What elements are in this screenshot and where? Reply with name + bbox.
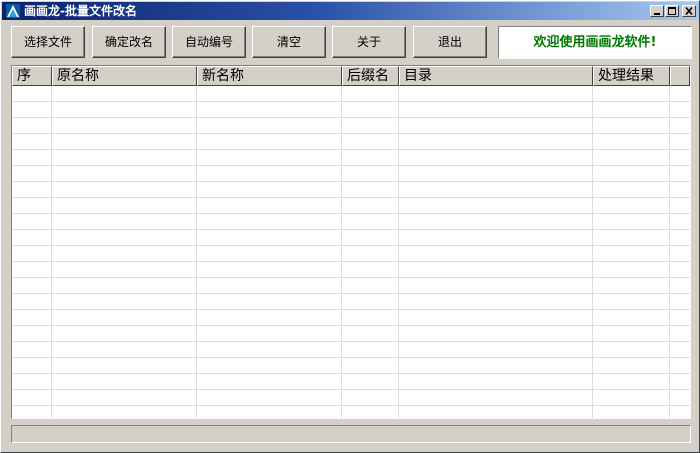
table-row[interactable] bbox=[12, 390, 690, 406]
table-row[interactable] bbox=[12, 326, 690, 342]
table-row[interactable] bbox=[12, 86, 690, 102]
table-row[interactable] bbox=[12, 342, 690, 358]
select-files-button[interactable]: 选择文件 bbox=[11, 26, 85, 58]
window-title: 画画龙-批量文件改名 bbox=[24, 4, 137, 18]
minimize-button[interactable] bbox=[650, 5, 664, 17]
maximize-icon bbox=[668, 7, 676, 15]
table-row[interactable] bbox=[12, 198, 690, 214]
minimize-icon bbox=[654, 13, 660, 15]
table-body[interactable] bbox=[12, 86, 690, 418]
auto-number-button[interactable]: 自动编号 bbox=[172, 26, 246, 58]
close-icon bbox=[685, 6, 693, 16]
column-header-directory[interactable]: 目录 bbox=[399, 66, 593, 86]
column-header-new-name[interactable]: 新名称 bbox=[197, 66, 342, 86]
column-header-original-name[interactable]: 原名称 bbox=[52, 66, 197, 86]
table-header: 序 原名称 新名称 后缀名 目录 处理结果 bbox=[12, 66, 690, 86]
maximize-button[interactable] bbox=[665, 5, 679, 17]
confirm-rename-button[interactable]: 确定改名 bbox=[92, 26, 166, 58]
table-row[interactable] bbox=[12, 358, 690, 374]
welcome-banner: 欢迎使用画画龙软件! bbox=[498, 26, 692, 59]
table-row[interactable] bbox=[12, 294, 690, 310]
file-list-table[interactable]: 序 原名称 新名称 后缀名 目录 处理结果 bbox=[11, 65, 691, 419]
app-logo-icon[interactable] bbox=[5, 3, 21, 19]
table-row[interactable] bbox=[12, 374, 690, 390]
exit-button[interactable]: 退出 bbox=[413, 26, 487, 58]
table-row[interactable] bbox=[12, 262, 690, 278]
column-header-result[interactable]: 处理结果 bbox=[593, 66, 670, 86]
status-bar bbox=[11, 425, 691, 443]
table-row[interactable] bbox=[12, 246, 690, 262]
column-header-extension[interactable]: 后缀名 bbox=[342, 66, 399, 86]
table-row[interactable] bbox=[12, 118, 690, 134]
table-row[interactable] bbox=[12, 134, 690, 150]
table-row[interactable] bbox=[12, 182, 690, 198]
column-header-filler bbox=[670, 66, 690, 86]
table-row[interactable] bbox=[12, 150, 690, 166]
main-window: 画画龙-批量文件改名 选择文件 确定改名 自动编号 清空 关于 退出 欢迎使用画… bbox=[0, 0, 700, 453]
column-header-index[interactable]: 序 bbox=[12, 66, 52, 86]
title-bar[interactable]: 画画龙-批量文件改名 bbox=[2, 2, 699, 20]
table-row[interactable] bbox=[12, 166, 690, 182]
table-row[interactable] bbox=[12, 406, 690, 418]
table-row[interactable] bbox=[12, 102, 690, 118]
table-row[interactable] bbox=[12, 214, 690, 230]
close-button[interactable] bbox=[682, 5, 696, 17]
about-button[interactable]: 关于 bbox=[332, 26, 406, 58]
table-row[interactable] bbox=[12, 310, 690, 326]
clear-button[interactable]: 清空 bbox=[252, 26, 326, 58]
table-row[interactable] bbox=[12, 230, 690, 246]
table-row[interactable] bbox=[12, 278, 690, 294]
